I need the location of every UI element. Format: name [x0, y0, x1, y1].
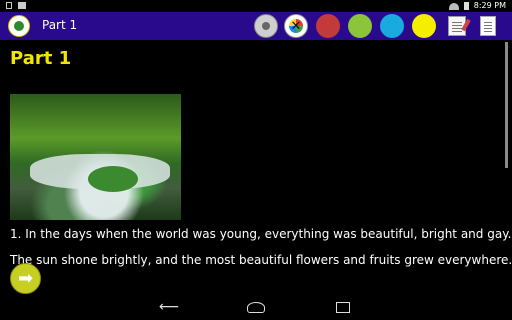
- red-color-button[interactable]: [316, 14, 340, 38]
- page-heading: Part 1: [10, 48, 72, 69]
- status-bar: 8:29 PM: [0, 0, 512, 12]
- forest-stream-photo: [10, 94, 181, 220]
- image-notification-icon: [6, 2, 12, 9]
- notes-icon[interactable]: [448, 16, 466, 36]
- wifi-icon: [448, 2, 459, 10]
- clock-time: 8:29 PM: [473, 1, 506, 10]
- app-title: Part 1: [42, 18, 78, 32]
- app-bar: Part 1 ✕: [0, 12, 512, 40]
- next-arrow-button[interactable]: ➡: [10, 263, 41, 294]
- battery-icon: [463, 2, 469, 10]
- green-color-button[interactable]: [348, 14, 372, 38]
- app-logo-icon[interactable]: [8, 15, 30, 37]
- speaker-icon[interactable]: [254, 14, 278, 38]
- back-icon[interactable]: ⟵: [158, 300, 180, 314]
- yellow-color-button[interactable]: [412, 14, 436, 38]
- story-paragraph-1: 1. In the days when the world was young,…: [10, 227, 512, 241]
- navigation-bar: ⟵: [0, 296, 512, 320]
- recents-icon[interactable]: [333, 300, 355, 314]
- download-notification-icon: [18, 2, 26, 9]
- document-icon[interactable]: [480, 16, 496, 36]
- scrollbar[interactable]: [505, 42, 508, 168]
- blue-color-button[interactable]: [380, 14, 404, 38]
- color-palette-icon[interactable]: ✕: [284, 14, 308, 38]
- home-icon[interactable]: [245, 300, 267, 314]
- story-paragraph-2: The sun shone brightly, and the most bea…: [10, 253, 512, 267]
- arrow-right-icon: ➡: [17, 268, 34, 289]
